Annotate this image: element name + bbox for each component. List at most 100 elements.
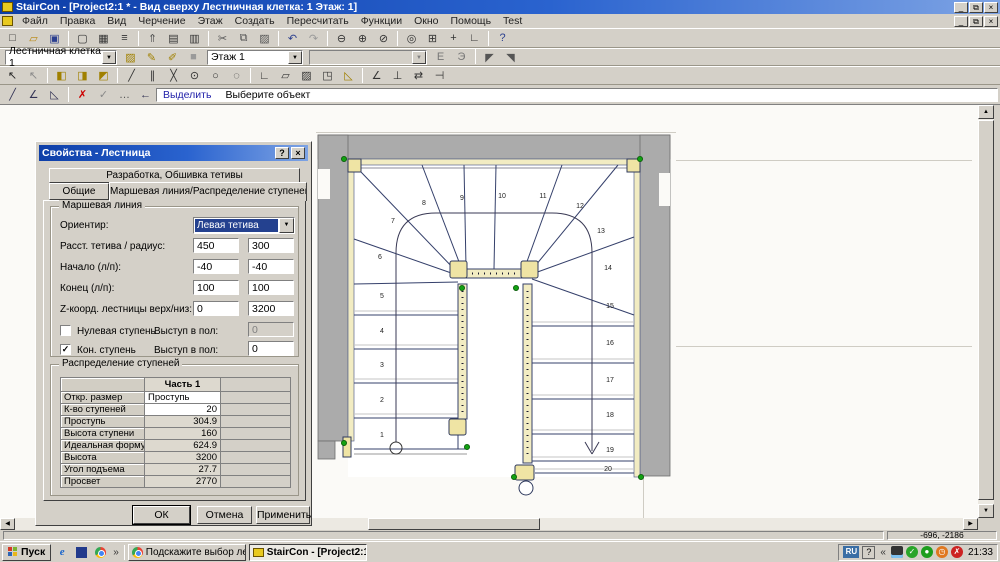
menu-item[interactable]: Помощь bbox=[444, 15, 497, 27]
chevron-down-icon[interactable]: ▼ bbox=[102, 51, 116, 64]
control-node[interactable] bbox=[464, 444, 469, 449]
detail-view-icon[interactable]: ◳ bbox=[317, 68, 338, 84]
minimize-button[interactable]: _ bbox=[954, 2, 968, 13]
line-thin-icon[interactable]: ╱ bbox=[2, 87, 23, 103]
draw-parallel-icon[interactable]: ∥ bbox=[142, 68, 163, 84]
scroll-right-icon[interactable]: ▶ bbox=[963, 518, 978, 530]
control-node[interactable] bbox=[341, 156, 346, 161]
print-icon[interactable]: ▤ bbox=[163, 30, 184, 46]
more-options-icon[interactable]: … bbox=[114, 87, 135, 103]
menu-item[interactable]: Вид bbox=[101, 15, 132, 27]
table-cell-value[interactable]: 27.7 bbox=[145, 464, 221, 476]
redo-icon[interactable]: ↷ bbox=[303, 30, 324, 46]
line-triangle-icon[interactable]: ◺ bbox=[44, 87, 65, 103]
settings-icon[interactable]: ≡ bbox=[114, 30, 135, 46]
plan-sheet-icon[interactable]: ▱ bbox=[275, 68, 296, 84]
error-tray-icon[interactable]: ✗ bbox=[951, 546, 963, 558]
drawing-canvas[interactable]: 1234567891011121314151617181920 ▲ ▼ ◀ ▶ … bbox=[0, 104, 1000, 530]
open-folder-icon[interactable]: ▱ bbox=[23, 30, 44, 46]
paste-icon[interactable]: ▨ bbox=[254, 30, 275, 46]
task-button-browser[interactable]: Подскажите выбор лес... bbox=[128, 544, 246, 561]
task-button-staircon[interactable]: StairCon - [Project2:1... bbox=[249, 544, 367, 561]
copy-icon[interactable]: ⧉ bbox=[233, 30, 254, 46]
scroll-up-icon[interactable]: ▲ bbox=[978, 105, 994, 119]
hatch-sheet-icon[interactable]: ▨ bbox=[296, 68, 317, 84]
child-close-button[interactable]: × bbox=[984, 16, 998, 27]
scheduler-tray-icon[interactable]: ◷ bbox=[936, 546, 948, 558]
table-cell-value[interactable]: 160 bbox=[145, 428, 221, 440]
save-icon[interactable]: ▣ bbox=[44, 30, 65, 46]
quick-launch-overflow[interactable]: » bbox=[111, 547, 121, 558]
child-restore-button[interactable]: ⧉ bbox=[969, 16, 983, 27]
dialog-help-button[interactable]: ? bbox=[275, 147, 289, 159]
menu-item[interactable]: Окно bbox=[408, 15, 444, 27]
dialog-titlebar[interactable]: Свойства - Лестница ? × bbox=[39, 145, 308, 161]
grid-snap-icon[interactable]: ⊞ bbox=[422, 30, 443, 46]
export-icon[interactable]: ⇑ bbox=[142, 30, 163, 46]
control-node[interactable] bbox=[513, 285, 518, 290]
dialog-close-button[interactable]: × bbox=[291, 147, 305, 159]
floor-combo[interactable]: Этаж 1 ▼ bbox=[207, 50, 303, 65]
cut-icon[interactable]: ✂ bbox=[212, 30, 233, 46]
select-query-icon[interactable]: ↖ bbox=[23, 68, 44, 84]
command-input[interactable]: Выделить Выберите объект bbox=[156, 88, 998, 102]
new-file-icon[interactable]: □ bbox=[2, 30, 23, 46]
perpendicular-icon[interactable]: ⊥ bbox=[387, 68, 408, 84]
apply-button[interactable]: Применить bbox=[256, 506, 310, 524]
draw-cross-icon[interactable]: ╳ bbox=[163, 68, 184, 84]
control-node[interactable] bbox=[638, 474, 643, 479]
menu-item[interactable]: Пересчитать bbox=[281, 15, 355, 27]
arc-icon[interactable]: ◌ bbox=[226, 68, 247, 84]
stair-winder-icon[interactable]: ◩ bbox=[93, 68, 114, 84]
line-angle-icon[interactable]: ∠ bbox=[23, 87, 44, 103]
control-node[interactable] bbox=[511, 474, 516, 479]
horizontal-scroll-thumb[interactable] bbox=[368, 518, 540, 530]
zoom-in-icon[interactable]: ⊕ bbox=[352, 30, 373, 46]
help-icon[interactable]: ? bbox=[492, 30, 513, 46]
restore-button[interactable]: ⧉ bbox=[969, 2, 983, 13]
display-tray-icon[interactable] bbox=[891, 546, 903, 558]
start-left-input[interactable] bbox=[193, 259, 239, 274]
data-sheet-icon[interactable]: ▦ bbox=[93, 30, 114, 46]
cancel-button[interactable]: Отмена bbox=[197, 506, 252, 524]
menu-item[interactable]: Файл bbox=[16, 15, 54, 27]
vertical-scroll-thumb[interactable] bbox=[978, 120, 994, 500]
zero-step-checkbox[interactable] bbox=[60, 325, 71, 336]
table-cell-value[interactable]: 2770 bbox=[145, 476, 221, 488]
table-cell-value[interactable]: 304.9 bbox=[145, 416, 221, 428]
close-button[interactable]: × bbox=[984, 2, 998, 13]
orientir-combo[interactable]: Левая тетива ▼ bbox=[193, 217, 295, 234]
staircase-combo[interactable]: Лестничная клетка 1 ▼ bbox=[5, 50, 117, 65]
draw-line-icon[interactable]: ╱ bbox=[121, 68, 142, 84]
staircase-manager-icon[interactable]: ▨ bbox=[120, 49, 141, 65]
stair-window-icon[interactable]: ▢ bbox=[72, 30, 93, 46]
status-tray-icon[interactable]: ● bbox=[921, 546, 933, 558]
menu-item[interactable]: Создать bbox=[229, 15, 281, 27]
radius-input[interactable] bbox=[248, 238, 294, 253]
flip-left-icon[interactable]: ◤ bbox=[479, 49, 500, 65]
z-bottom-input[interactable] bbox=[248, 301, 294, 316]
chevron-down-icon[interactable]: ▼ bbox=[288, 51, 302, 64]
corner-tool-icon[interactable]: ∟ bbox=[254, 68, 275, 84]
zoom-window-icon[interactable]: ⊘ bbox=[373, 30, 394, 46]
menu-item[interactable]: Функции bbox=[355, 15, 408, 27]
chevron-down-icon[interactable]: ▼ bbox=[279, 218, 294, 233]
flip-right-icon[interactable]: ◥ bbox=[500, 49, 521, 65]
end-right-input[interactable] bbox=[248, 280, 294, 295]
go-back-icon[interactable]: ← bbox=[135, 87, 156, 103]
fit-view-icon[interactable]: ◎ bbox=[401, 30, 422, 46]
control-node[interactable] bbox=[637, 156, 642, 161]
stringer-dist-input[interactable] bbox=[193, 238, 239, 253]
crosshair-icon[interactable]: + bbox=[443, 30, 464, 46]
align-open-icon[interactable]: Е bbox=[430, 49, 451, 65]
end-constraint-icon[interactable]: ⊣ bbox=[429, 68, 450, 84]
cancel-icon[interactable]: ✗ bbox=[72, 87, 93, 103]
select-arrow-icon[interactable]: ↖ bbox=[2, 68, 23, 84]
table-cell-value[interactable]: 624.9 bbox=[145, 440, 221, 452]
solid-fill-icon[interactable]: ■ bbox=[183, 49, 204, 65]
end-step-checkbox[interactable]: ✓ bbox=[60, 344, 71, 355]
app-shortcut-icon[interactable] bbox=[73, 545, 89, 560]
internet-explorer-icon[interactable]: e bbox=[54, 545, 70, 560]
table-cell-value[interactable]: Проступь bbox=[145, 392, 221, 404]
vertical-scrollbar[interactable]: ▲ ▼ bbox=[978, 105, 994, 518]
